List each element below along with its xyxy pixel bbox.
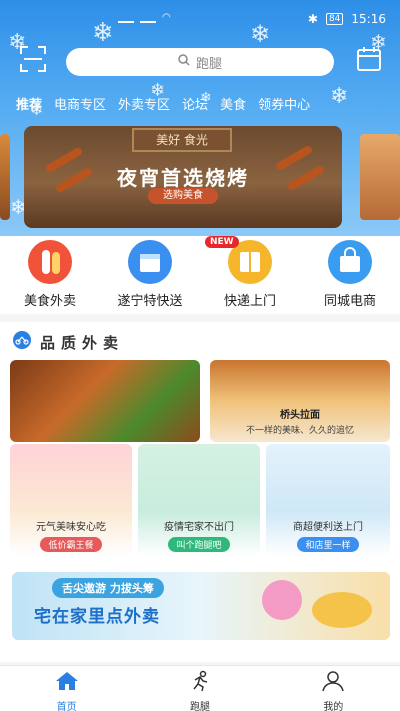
nav-label: 跑腿 bbox=[189, 702, 210, 711]
category-label: 同城电商 bbox=[323, 294, 376, 309]
category-tabs: 推荐 电商专区 外卖专区 论坛 美食 领券中心 bbox=[16, 94, 310, 113]
nav-errand[interactable]: 跑腿 bbox=[133, 666, 266, 711]
promo-line2: 宅在家里点外卖 bbox=[34, 607, 160, 627]
wifi-icon: ◠ bbox=[162, 12, 171, 23]
category-food-delivery[interactable]: 美食外卖 bbox=[0, 236, 100, 309]
banner-prev-peek[interactable] bbox=[0, 134, 10, 220]
tab-food[interactable]: 美食 bbox=[220, 94, 246, 113]
signal-icon bbox=[118, 13, 134, 23]
signal-icon bbox=[140, 13, 156, 23]
runner-icon bbox=[187, 670, 213, 696]
noodle-title: 桥头拉面 bbox=[280, 410, 320, 421]
tab-forum[interactable]: 论坛 bbox=[182, 94, 208, 113]
banner-button[interactable]: 选购美食 bbox=[148, 188, 218, 204]
section-header: 品质外卖 bbox=[12, 330, 124, 354]
category-grid: 美食外卖 遂宁特快送 快递上门 同城电商 bbox=[0, 236, 400, 314]
user-icon bbox=[320, 671, 346, 696]
tab-ecommerce[interactable]: 电商专区 bbox=[54, 94, 106, 113]
banner-sign: 美好 食光 bbox=[132, 128, 232, 152]
category-label: 美食外卖 bbox=[23, 294, 76, 309]
status-bar: ◠ ✱ 84 15:16 bbox=[0, 0, 400, 36]
category-label: 快递上门 bbox=[223, 294, 276, 309]
dish-card-stir-fry[interactable] bbox=[10, 360, 200, 442]
banner-title: 夜宵首选烧烤 bbox=[117, 166, 249, 190]
category-label: 遂宁特快送 bbox=[117, 294, 183, 309]
shrimp-title: 疫情宅家不出门 bbox=[164, 522, 234, 533]
noodle-card[interactable]: 桥头拉面 不一样的美味、久久的追忆 bbox=[210, 360, 390, 442]
bluetooth-icon: ✱ bbox=[307, 12, 318, 26]
food-delivery-icon bbox=[28, 240, 72, 284]
bike-icon bbox=[12, 330, 32, 354]
search-icon bbox=[178, 54, 190, 70]
shrimp-caption: 疫情宅家不出门 叫个跑腿吧 bbox=[138, 518, 260, 552]
snowflake-decoration: ❄ bbox=[330, 84, 349, 109]
calendar-icon[interactable] bbox=[354, 44, 384, 74]
sunhat-decoration bbox=[312, 592, 372, 628]
category-local-shop[interactable]: 同城电商 bbox=[300, 236, 400, 309]
bottom-nav: 首页 跑腿 我的 bbox=[0, 665, 400, 711]
nav-label: 我的 bbox=[323, 702, 344, 711]
takeout-promo-banner[interactable]: 舌尖遨游 力拔头筹 宅在家里点外卖 bbox=[12, 572, 390, 640]
new-badge: NEW bbox=[205, 236, 239, 248]
meat-caption: 商超便利送上门 和店里一样 bbox=[266, 518, 390, 552]
meat-title: 商超便利送上门 bbox=[293, 522, 363, 533]
battery-icon: 84 bbox=[325, 13, 344, 25]
nav-home[interactable]: 首页 bbox=[0, 666, 133, 711]
status-signals: ◠ bbox=[118, 12, 171, 23]
tab-coupons[interactable]: 领券中心 bbox=[258, 94, 310, 113]
fruit-decoration bbox=[262, 580, 302, 620]
shop-bag-icon bbox=[328, 240, 372, 284]
scan-icon[interactable] bbox=[18, 44, 48, 74]
nav-profile[interactable]: 我的 bbox=[267, 666, 400, 711]
noodle-caption: 桥头拉面 不一样的美味、久久的追忆 bbox=[210, 406, 390, 436]
shrimp-card[interactable]: 疫情宅家不出门 叫个跑腿吧 bbox=[138, 444, 260, 556]
status-time: 15:16 bbox=[351, 12, 386, 26]
category-express[interactable]: 遂宁特快送 bbox=[100, 236, 200, 309]
search-input[interactable]: 跑腿 bbox=[66, 48, 334, 76]
search-placeholder: 跑腿 bbox=[195, 56, 222, 72]
shrimp-pill: 叫个跑腿吧 bbox=[168, 537, 230, 552]
promo-banner[interactable]: 美好 食光 夜宵首选烧烤 选购美食 bbox=[24, 126, 342, 228]
nav-label: 首页 bbox=[56, 702, 77, 711]
fruit-caption: 元气美味安心吃 低价霸王餐 bbox=[10, 518, 132, 552]
fruit-pill: 低价霸王餐 bbox=[40, 537, 102, 552]
fruit-title: 元气美味安心吃 bbox=[36, 522, 106, 533]
fruit-card[interactable]: 元气美味安心吃 低价霸王餐 bbox=[10, 444, 132, 556]
home-icon bbox=[54, 672, 80, 696]
tab-recommend[interactable]: 推荐 bbox=[16, 94, 42, 113]
meat-card[interactable]: 商超便利送上门 和店里一样 bbox=[266, 444, 390, 556]
section-title: 品质外卖 bbox=[40, 333, 125, 352]
promo-line1: 舌尖遨游 力拔头筹 bbox=[52, 578, 164, 598]
meat-pill: 和店里一样 bbox=[297, 537, 359, 552]
banner-next-peek[interactable] bbox=[360, 134, 400, 220]
express-box-icon bbox=[128, 240, 172, 284]
tab-takeout[interactable]: 外卖专区 bbox=[118, 94, 170, 113]
status-right: ✱ 84 15:16 bbox=[308, 12, 386, 26]
noodle-subtitle: 不一样的美味、久久的追忆 bbox=[245, 426, 354, 436]
